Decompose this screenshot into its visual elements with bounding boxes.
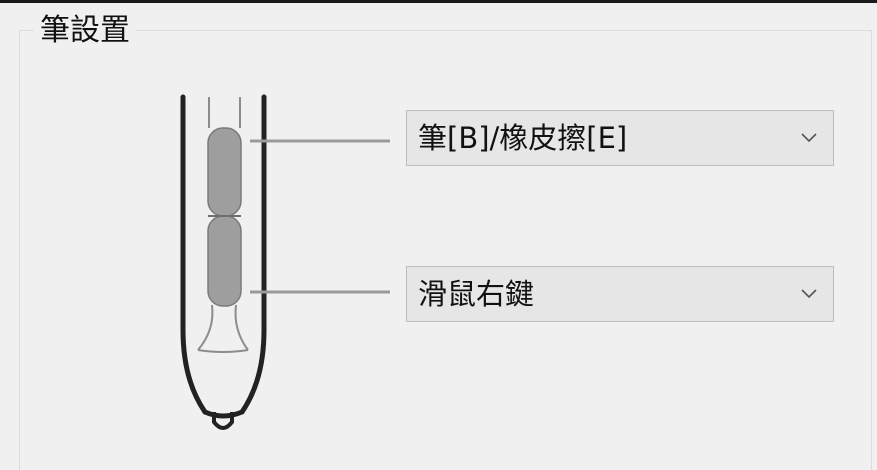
upper-button-value: 筆[B]/橡皮擦[E] bbox=[418, 121, 628, 155]
lower-button-value: 滑鼠右鍵 bbox=[418, 277, 535, 311]
chevron-down-icon bbox=[801, 133, 817, 143]
chevron-down-icon bbox=[801, 289, 817, 299]
lower-button-dropdown[interactable]: 滑鼠右鍵 bbox=[406, 266, 834, 322]
pen-illustration bbox=[180, 94, 390, 430]
upper-button-dropdown[interactable]: 筆[B]/橡皮擦[E] bbox=[406, 110, 834, 166]
upper-pen-button bbox=[207, 127, 242, 217]
lower-pen-button bbox=[207, 215, 242, 307]
